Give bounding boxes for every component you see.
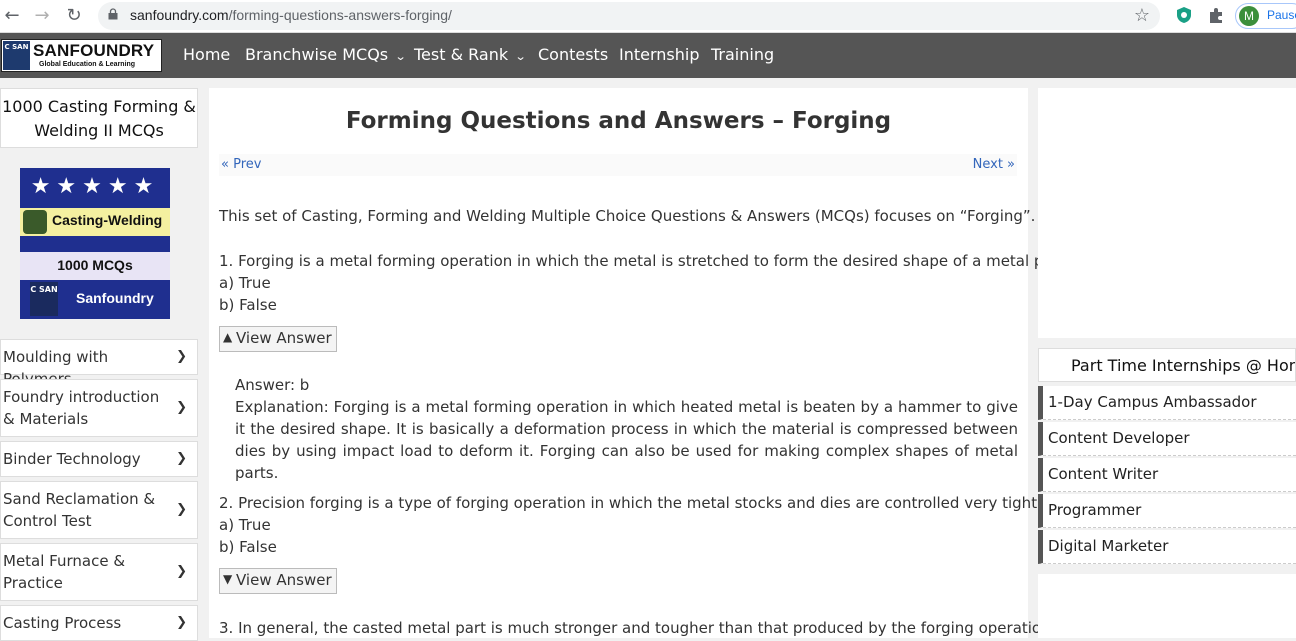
chevron-down-icon: ▼ (223, 572, 233, 586)
logo-badge: C SAN (3, 41, 30, 70)
sanfoundry-logo[interactable]: C SAN SANFOUNDRY Global Education & Lear… (1, 39, 162, 72)
chevron-down-icon: ❯ (176, 451, 187, 466)
chevron-down-icon: ❯ (176, 349, 187, 364)
next-link[interactable]: Next » (973, 157, 1015, 172)
right-panel-bottom (1038, 574, 1296, 638)
question-1: 1. Forging is a metal forming operation … (219, 252, 1070, 270)
extensions-puzzle-icon[interactable] (1206, 5, 1226, 25)
internship-link-content-writer[interactable]: Content Writer (1038, 458, 1296, 492)
internship-link-programmer[interactable]: Programmer (1038, 494, 1296, 528)
profile-button[interactable]: M Pause (1235, 3, 1296, 29)
address-bar[interactable]: sanfoundry.com/forming-questions-answers… (98, 2, 1160, 30)
q2-option-b: b) False (219, 538, 277, 556)
browser-toolbar: ← → ↻ sanfoundry.com/forming-questions-a… (0, 0, 1296, 33)
nav-branchwise-mcqs[interactable]: Branchwise MCQs ⌄ (245, 45, 407, 64)
q2-view-answer-button[interactable]: ▼ View Answer (219, 568, 337, 594)
chevron-down-icon: ❯ (176, 400, 187, 415)
internship-link-campus-ambassador[interactable]: 1-Day Campus Ambassador (1038, 386, 1296, 420)
nav-internship[interactable]: Internship (619, 45, 700, 64)
sidebar-item-foundry-introduction[interactable]: Foundry introduction & Materials ❯ (0, 379, 198, 437)
sidebar-item-moulding-with-polymers[interactable]: Moulding with Polymers❯ (0, 339, 198, 388)
internship-link-content-developer[interactable]: Content Developer (1038, 422, 1296, 456)
ad-placeholder (1038, 88, 1296, 338)
page-title: Forming Questions and Answers – Forging (345, 108, 892, 134)
profile-status: Pause (1267, 8, 1296, 22)
logo-name: SANFOUNDRY (33, 41, 155, 60)
site-navbar: C SAN SANFOUNDRY Global Education & Lear… (0, 33, 1296, 78)
sidebar-item-binder-technology[interactable]: Binder Technology ❯ (0, 441, 198, 477)
question-2: 2. Precision forging is a type of forgin… (219, 494, 1053, 512)
nav-test-rank[interactable]: Test & Rank ⌄ (414, 45, 527, 64)
internship-link-digital-marketer[interactable]: Digital Marketer (1038, 530, 1296, 564)
book-cover-image[interactable]: ★★★★★ Casting-Welding 1000 MCQs C SAN Sa… (20, 168, 170, 319)
q1-option-a: a) True (219, 274, 271, 292)
logo-tagline: Global Education & Learning (39, 61, 136, 68)
q2-option-a: a) True (219, 516, 271, 534)
book-logo-badge: C SAN (30, 282, 58, 316)
nav-home[interactable]: Home (183, 45, 230, 64)
q1-view-answer-button[interactable]: ▲ View Answer (219, 326, 337, 352)
chevron-down-icon: ❯ (176, 502, 187, 517)
shield-extension-icon[interactable] (1174, 5, 1194, 25)
rating-stars: ★★★★★ (30, 174, 160, 199)
question-3: 3. In general, the casted metal part is … (219, 619, 1056, 637)
chevron-down-icon: ⌄ (394, 50, 407, 63)
lock-icon (108, 8, 118, 20)
internships-title: Part Time Internships @ Home (1038, 348, 1296, 382)
back-arrow-icon[interactable]: ← (0, 4, 24, 28)
chevron-up-icon: ▲ (223, 330, 233, 344)
prev-link[interactable]: « Prev (221, 157, 261, 172)
nav-training[interactable]: Training (711, 45, 774, 64)
chevron-down-icon: ❯ (176, 615, 187, 630)
forward-arrow-icon[interactable]: → (30, 4, 54, 28)
reload-icon[interactable]: ↻ (62, 4, 86, 28)
welding-icon (23, 210, 47, 234)
url-text: sanfoundry.com/forming-questions-answers… (130, 7, 452, 23)
sidebar-item-metal-furnace[interactable]: Metal Furnace & Practice ❯ (0, 543, 198, 601)
q1-answer: Answer: b (235, 376, 310, 394)
chevron-down-icon: ❯ (176, 564, 187, 579)
intro-text: This set of Casting, Forming and Welding… (219, 207, 1036, 225)
bookmark-star-icon[interactable]: ☆ (1134, 5, 1150, 26)
pagination: « Prev Next » (219, 154, 1017, 176)
nav-contests[interactable]: Contests (538, 45, 608, 64)
sidebar-item-sand-reclamation[interactable]: Sand Reclamation & Control Test ❯ (0, 481, 198, 539)
avatar: M (1239, 6, 1259, 26)
sidebar-title: 1000 Casting Forming & Welding II MCQs (0, 88, 198, 148)
q1-explanation: Explanation: Forging is a metal forming … (235, 398, 1018, 482)
q1-option-b: b) False (219, 296, 277, 314)
main-content: Forming Questions and Answers – Forging … (209, 88, 1069, 638)
sidebar-item-casting-process[interactable]: Casting Process ❯ (0, 605, 198, 641)
chevron-down-icon: ⌄ (514, 50, 527, 63)
